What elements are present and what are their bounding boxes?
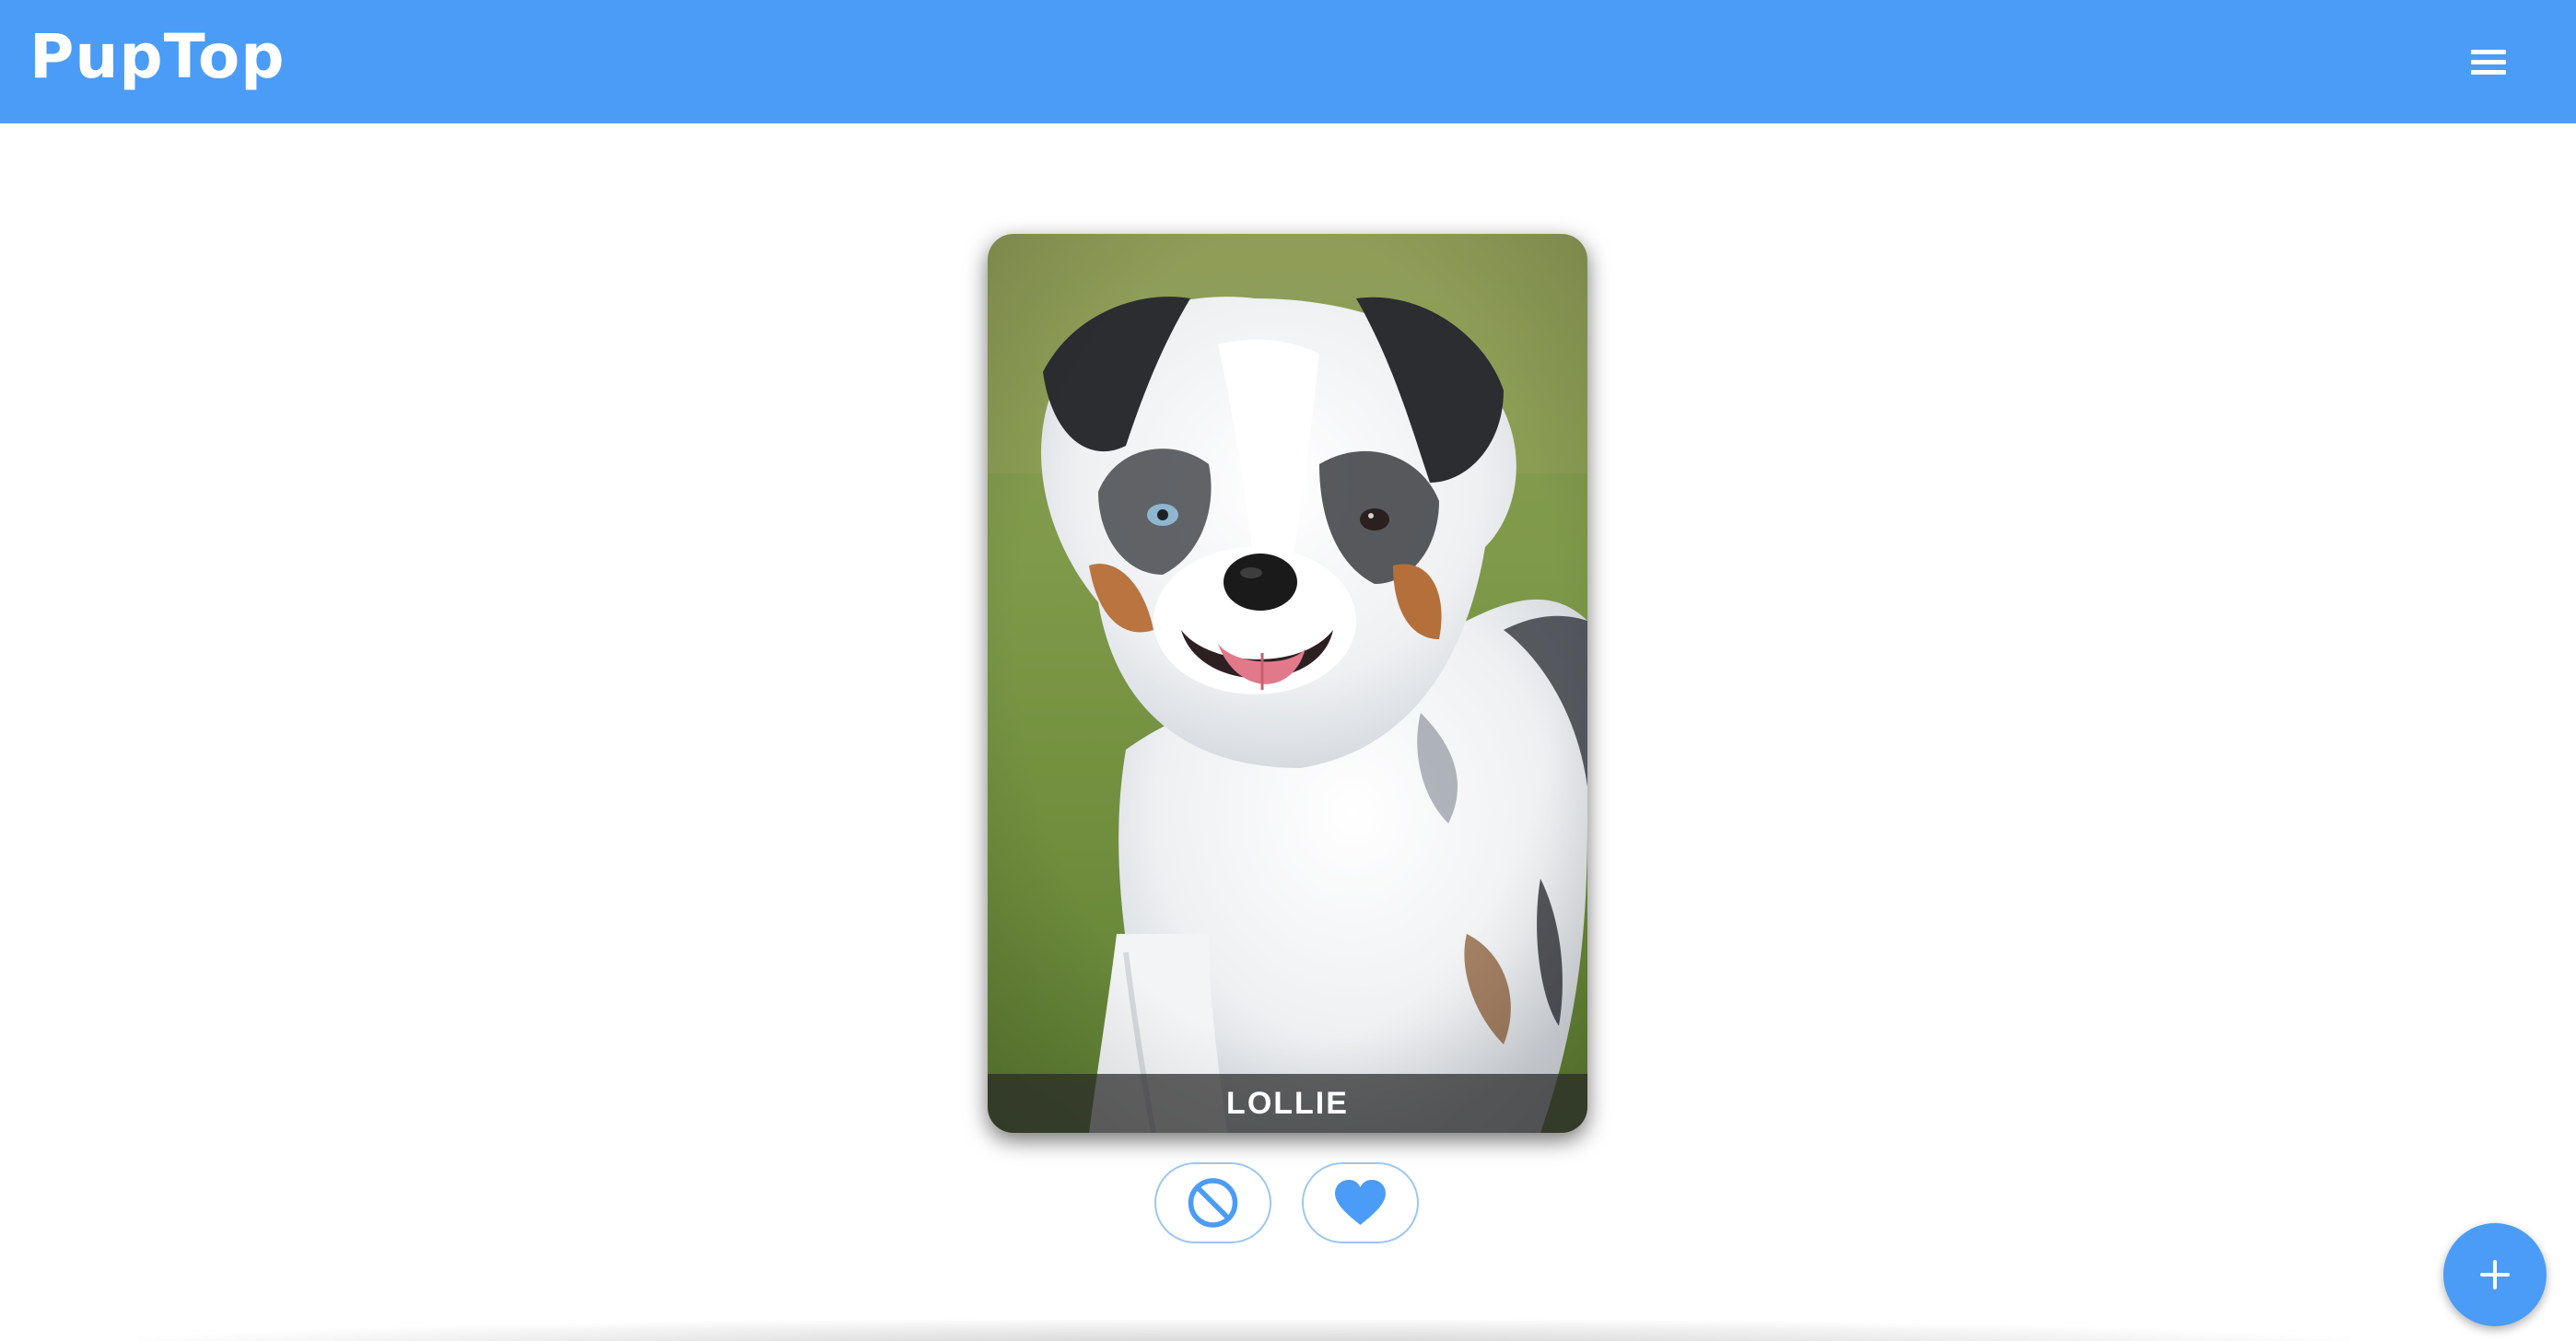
hamburger-menu-icon-bar: [2471, 60, 2506, 64]
app-logo[interactable]: PupTop: [29, 20, 285, 94]
hamburger-menu-icon-bar: [2471, 70, 2506, 75]
app-root: PupTop LOLLIE: [0, 0, 2576, 1341]
dog-profile-card[interactable]: LOLLIE: [988, 234, 1587, 1133]
heart-icon: [1335, 1180, 1386, 1225]
bottom-shadow: [138, 1319, 2349, 1341]
menu-button[interactable]: [2460, 37, 2519, 88]
dog-photo: [988, 234, 1587, 1133]
plus-icon: [2480, 1260, 2510, 1289]
pass-button[interactable]: [1154, 1162, 1271, 1243]
dog-name-label: LOLLIE: [1226, 1086, 1349, 1121]
hamburger-menu-icon: [2471, 50, 2506, 54]
like-button[interactable]: [1302, 1162, 1419, 1243]
block-icon: [1188, 1178, 1238, 1228]
top-app-bar: PupTop: [0, 0, 2576, 123]
add-button[interactable]: [2443, 1223, 2547, 1326]
